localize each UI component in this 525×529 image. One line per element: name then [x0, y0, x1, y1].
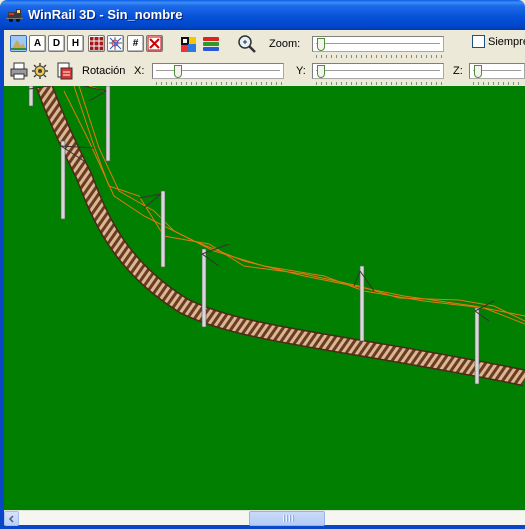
- magnifier-icon: [238, 35, 256, 53]
- print-button[interactable]: [10, 62, 28, 80]
- rotation-y-ticks: [316, 82, 442, 85]
- wireframe-button[interactable]: [107, 35, 124, 52]
- view-a-button[interactable]: A: [29, 35, 46, 52]
- scroll-left-button[interactable]: [4, 511, 19, 526]
- grip-line: [289, 515, 290, 522]
- render-button[interactable]: [31, 62, 49, 80]
- rotation-y-track: [316, 70, 440, 72]
- printer-icon: [10, 62, 28, 80]
- rotation-z-thumb[interactable]: [474, 65, 482, 78]
- view-h-label: H: [71, 38, 80, 49]
- rotation-label: Rotación: [82, 65, 126, 77]
- rotation-x-ticks: [156, 82, 282, 85]
- catenary-button[interactable]: [146, 35, 163, 52]
- view-angle-button[interactable]: [10, 35, 27, 52]
- hash-label: #: [132, 38, 139, 49]
- grip-line: [292, 515, 293, 522]
- zoom-slider-thumb[interactable]: [317, 38, 325, 51]
- gear-icon: [32, 63, 48, 79]
- rotation-y-slider[interactable]: [312, 63, 444, 79]
- toolbar: A D H # Zoom: Siempre Rotación X: Y: Z:: [4, 30, 525, 86]
- grid-icon: [90, 37, 103, 50]
- zoom-slider-track: [316, 43, 440, 45]
- zoom-slider[interactable]: [312, 36, 444, 52]
- chevron-left-icon: [8, 514, 14, 523]
- horizontal-scrollbar[interactable]: [4, 510, 525, 526]
- catenary-poles: [28, 86, 495, 385]
- always-label: Siempre: [488, 36, 525, 48]
- rotation-z-slider[interactable]: [469, 63, 525, 79]
- catenary-icon: [147, 36, 162, 51]
- catenary-wires: [63, 86, 525, 325]
- rotation-x-slider[interactable]: [152, 63, 284, 79]
- palette-icon: [181, 37, 196, 52]
- rotation-z-ticks: [473, 82, 523, 85]
- track-grid-button[interactable]: [88, 35, 105, 52]
- grip-line: [283, 515, 284, 522]
- rotation-y-thumb[interactable]: [317, 65, 325, 78]
- hash-button[interactable]: #: [127, 35, 144, 52]
- scroll-thumb[interactable]: [249, 511, 325, 526]
- rotation-x-label: X:: [134, 65, 145, 77]
- window-title: WinRail 3D - Sin_nombre: [28, 7, 183, 22]
- grip-line: [286, 515, 287, 522]
- layers-icon: [203, 37, 219, 51]
- view-h-button[interactable]: H: [67, 35, 84, 52]
- document-icon: [57, 62, 73, 80]
- rotation-y-label: Y:: [296, 65, 306, 77]
- rotation-z-label: Z:: [453, 65, 463, 77]
- export-button[interactable]: [56, 62, 74, 80]
- title-bar[interactable]: WinRail 3D - Sin_nombre: [0, 0, 525, 30]
- view-a-label: A: [33, 38, 42, 49]
- zoom-slider-ticks: [316, 55, 442, 58]
- wireframe-icon: [109, 37, 122, 50]
- color-palette-button[interactable]: [180, 35, 198, 53]
- view-d-label: D: [52, 38, 61, 49]
- rotation-x-thumb[interactable]: [174, 65, 182, 78]
- 3d-viewport[interactable]: [4, 86, 525, 510]
- always-checkbox[interactable]: [472, 35, 485, 48]
- zoom-label: Zoom:: [269, 38, 301, 50]
- locomotive-icon: [6, 9, 23, 22]
- railway-scene: [28, 86, 525, 387]
- view-d-button[interactable]: D: [48, 35, 65, 52]
- zoom-button[interactable]: [237, 34, 256, 53]
- layers-button[interactable]: [202, 35, 220, 53]
- mountain-icon: [11, 36, 26, 51]
